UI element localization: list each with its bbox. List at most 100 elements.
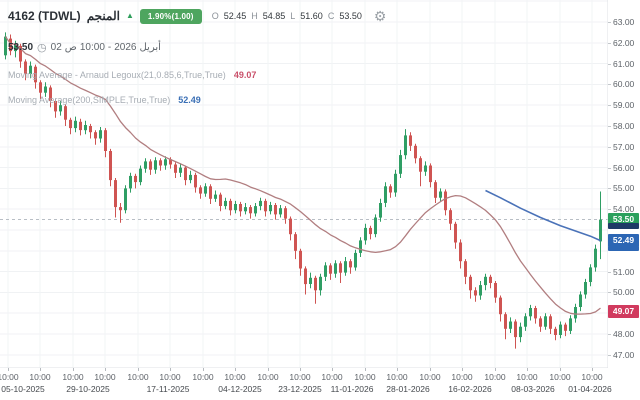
y-axis-tick xyxy=(608,126,611,127)
x-axis-hour-label: 10:00 xyxy=(321,372,342,382)
x-axis-date-label: 01-04-2026 xyxy=(568,384,611,394)
high-value: 54.85 xyxy=(263,11,286,21)
y-axis-label: 56.00 xyxy=(613,163,634,173)
y-axis-tick xyxy=(608,84,611,85)
low-value: 51.60 xyxy=(300,11,323,21)
time-axis[interactable]: 10:00 10:00 10:00 10:00 10:00 10:00 10:00 10:00… xyxy=(0,368,640,400)
info-date: 02ص10:00-2026أبريل xyxy=(51,42,161,53)
x-axis-hour-label: 10:00 xyxy=(484,372,505,382)
x-axis-date-label: 23-12-2025 xyxy=(278,384,321,394)
info-date-token: أبريل xyxy=(139,42,160,53)
info-date-token: 02 xyxy=(51,42,62,53)
x-axis-tick xyxy=(138,368,139,371)
crosshair-info-line: 53.50 ◷ 02ص10:00-2026أبريل xyxy=(8,42,161,53)
legend-ma200-value: 52.49 xyxy=(178,95,201,105)
x-axis-hour-label: 10:00 xyxy=(0,372,19,382)
trading-chart-window: 63.0062.0061.0060.0059.0058.0057.0056.00… xyxy=(0,0,640,400)
x-axis-hour-label: 10:00 xyxy=(419,372,440,382)
info-date-token: 2026 xyxy=(114,42,136,53)
x-axis-hour-label: 10:00 xyxy=(289,372,310,382)
x-axis-date-label: 11-01-2026 xyxy=(331,384,374,394)
y-axis-label: 62.00 xyxy=(613,38,634,48)
x-axis-tick xyxy=(495,368,496,371)
y-axis-tick xyxy=(608,168,611,169)
x-axis-date-label: 17-11-2025 xyxy=(147,384,190,394)
badge-sliver xyxy=(608,246,639,251)
x-axis-tick xyxy=(203,368,204,371)
x-axis-tick xyxy=(462,368,463,371)
y-axis-label: 48.00 xyxy=(613,329,634,339)
x-axis-hour-label: 10:00 xyxy=(549,372,570,382)
symbol-name-arabic: المنجم xyxy=(87,9,120,23)
x-axis-date-label: 28-01-2026 xyxy=(386,384,429,394)
x-axis-date-label: 29-10-2025 xyxy=(66,384,109,394)
high-label: H xyxy=(251,11,258,21)
x-axis-hour-label: 10:00 xyxy=(29,372,50,382)
close-value: 53.50 xyxy=(339,11,362,21)
x-axis-tick xyxy=(332,368,333,371)
y-axis-label: 59.00 xyxy=(613,100,634,110)
x-axis-date-label: 05-10-2025 xyxy=(1,384,44,394)
x-axis-tick xyxy=(592,368,593,371)
y-axis-label: 47.00 xyxy=(613,350,634,360)
x-axis-hour-label: 10:00 xyxy=(257,372,278,382)
info-date-token: 10:00 xyxy=(80,42,105,53)
x-axis-tick xyxy=(430,368,431,371)
info-price: 53.50 xyxy=(8,42,33,53)
alma-price-badge: 49.07 xyxy=(608,305,639,318)
x-axis-date-label: 16-02-2026 xyxy=(448,384,491,394)
x-axis-date-label: 08-03-2026 xyxy=(511,384,554,394)
x-axis-hour-label: 10:00 xyxy=(159,372,180,382)
x-axis-hour-label: 10:00 xyxy=(224,372,245,382)
y-axis-label: 61.00 xyxy=(613,59,634,69)
x-axis-hour-label: 10:00 xyxy=(354,372,375,382)
x-axis-hour-label: 10:00 xyxy=(386,372,407,382)
legend-alma-value: 49.07 xyxy=(234,70,257,80)
x-axis-tick xyxy=(527,368,528,371)
legend-ma200: Moving Average(200,SIMPLE,True,True) 52.… xyxy=(8,95,201,105)
x-axis-hour-label: 10:00 xyxy=(192,372,213,382)
y-axis-tick xyxy=(608,105,611,106)
info-date-token: - xyxy=(108,42,111,53)
y-axis-label: 57.00 xyxy=(613,142,634,152)
x-axis-tick xyxy=(300,368,301,371)
legend-ma200-label: Moving Average(200,SIMPLE,True,True) xyxy=(8,95,170,105)
info-date-token: ص xyxy=(65,42,77,53)
chart-header: 4162 (TDWL) المنجم ▲ 1.90%(1.00) O 52.45… xyxy=(8,6,386,26)
y-axis-tick xyxy=(608,334,611,335)
legend-alma: Moving Average - Arnaud Legoux(21,0.85,6… xyxy=(8,70,256,80)
x-axis-tick xyxy=(73,368,74,371)
y-axis-tick xyxy=(608,147,611,148)
x-axis-hour-label: 10:00 xyxy=(516,372,537,382)
x-axis-hour-label: 10:00 xyxy=(94,372,115,382)
y-axis-tick xyxy=(608,292,611,293)
x-axis-tick xyxy=(40,368,41,371)
up-arrow-icon: ▲ xyxy=(126,11,134,20)
y-axis-tick xyxy=(608,272,611,273)
clock-icon: ◷ xyxy=(37,43,47,53)
x-axis-tick xyxy=(365,368,366,371)
y-axis-label: 55.00 xyxy=(613,183,634,193)
y-axis-label: 50.00 xyxy=(613,287,634,297)
open-value: 52.45 xyxy=(224,11,247,21)
open-label: O xyxy=(212,11,219,21)
x-axis-tick xyxy=(8,368,9,371)
x-axis-hour-label: 10:00 xyxy=(127,372,148,382)
y-axis-label: 51.00 xyxy=(613,267,634,277)
x-axis-hour-label: 10:00 xyxy=(451,372,472,382)
y-axis-tick xyxy=(608,22,611,23)
y-axis-tick xyxy=(608,355,611,356)
symbol-title: 4162 (TDWL) xyxy=(8,9,81,23)
ohlc-readout: O 52.45 H 54.85 L 51.60 C 53.50 xyxy=(212,11,362,21)
x-axis-date-label: 04-12-2025 xyxy=(218,384,261,394)
x-axis-tick xyxy=(170,368,171,371)
change-badge: 1.90%(1.00) xyxy=(140,9,202,24)
y-axis-tick xyxy=(608,188,611,189)
gear-icon[interactable]: ⚙ xyxy=(374,8,387,25)
x-axis-tick xyxy=(105,368,106,371)
candlestick-chart[interactable] xyxy=(0,0,640,400)
x-axis-tick xyxy=(235,368,236,371)
y-axis-tick xyxy=(608,43,611,44)
y-axis-tick xyxy=(608,64,611,65)
x-axis-tick xyxy=(268,368,269,371)
